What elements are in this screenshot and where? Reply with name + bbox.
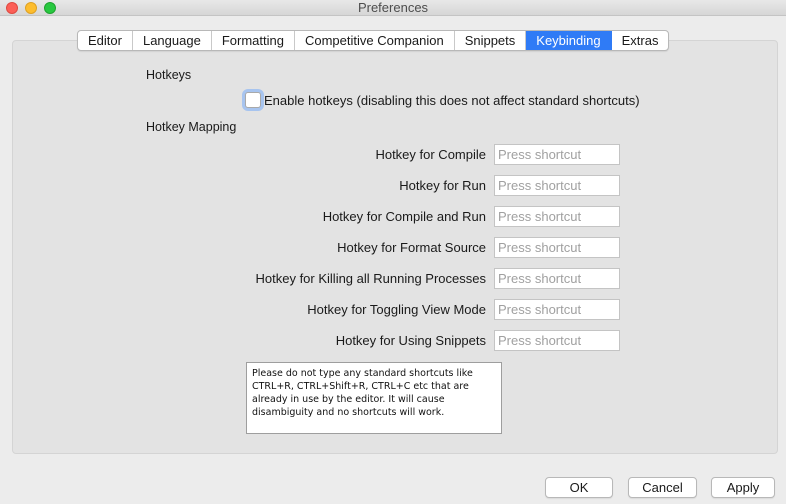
title-bar[interactable]: Preferences [0,0,786,16]
hotkey-kill-processes-input[interactable] [494,268,620,289]
hotkey-compile-input[interactable] [494,144,620,165]
ok-button[interactable]: OK [545,477,613,498]
hotkey-kill-processes-label: Hotkey for Killing all Running Processes [255,271,487,286]
shortcut-warning-note: Please do not type any standard shortcut… [246,362,502,434]
hotkey-snippets-label: Hotkey for Using Snippets [335,333,486,348]
hotkey-snippets-input[interactable] [494,330,620,351]
cancel-button[interactable]: Cancel [628,477,697,498]
hotkeys-section-heading: Hotkeys [146,68,192,82]
tab-language[interactable]: Language [133,31,212,50]
apply-button[interactable]: Apply [711,477,775,498]
hotkey-format-source-label: Hotkey for Format Source [337,240,486,255]
tab-keybinding[interactable]: Keybinding [526,31,612,50]
hotkey-compile-and-run-label: Hotkey for Compile and Run [322,209,486,224]
hotkey-run-label: Hotkey for Run [399,178,486,193]
tab-editor[interactable]: Editor [78,31,133,50]
hotkey-toggle-view-mode-input[interactable] [494,299,620,320]
tab-bar: Editor Language Formatting Competitive C… [77,30,670,51]
window-title: Preferences [357,0,429,15]
enable-hotkeys-label[interactable]: Enable hotkeys (disabling this does not … [264,93,640,108]
hotkey-toggle-view-mode-label: Hotkey for Toggling View Mode [307,302,486,317]
tab-formatting[interactable]: Formatting [212,31,295,50]
tab-extras[interactable]: Extras [612,31,669,50]
hotkey-mapping-section-heading: Hotkey Mapping [146,120,237,134]
hotkey-compile-and-run-input[interactable] [494,206,620,227]
enable-hotkeys-checkbox[interactable] [245,92,261,108]
hotkey-compile-label: Hotkey for Compile [375,147,486,162]
hotkey-run-input[interactable] [494,175,620,196]
hotkey-format-source-input[interactable] [494,237,620,258]
tab-snippets[interactable]: Snippets [455,31,527,50]
tab-competitive-companion[interactable]: Competitive Companion [295,31,455,50]
